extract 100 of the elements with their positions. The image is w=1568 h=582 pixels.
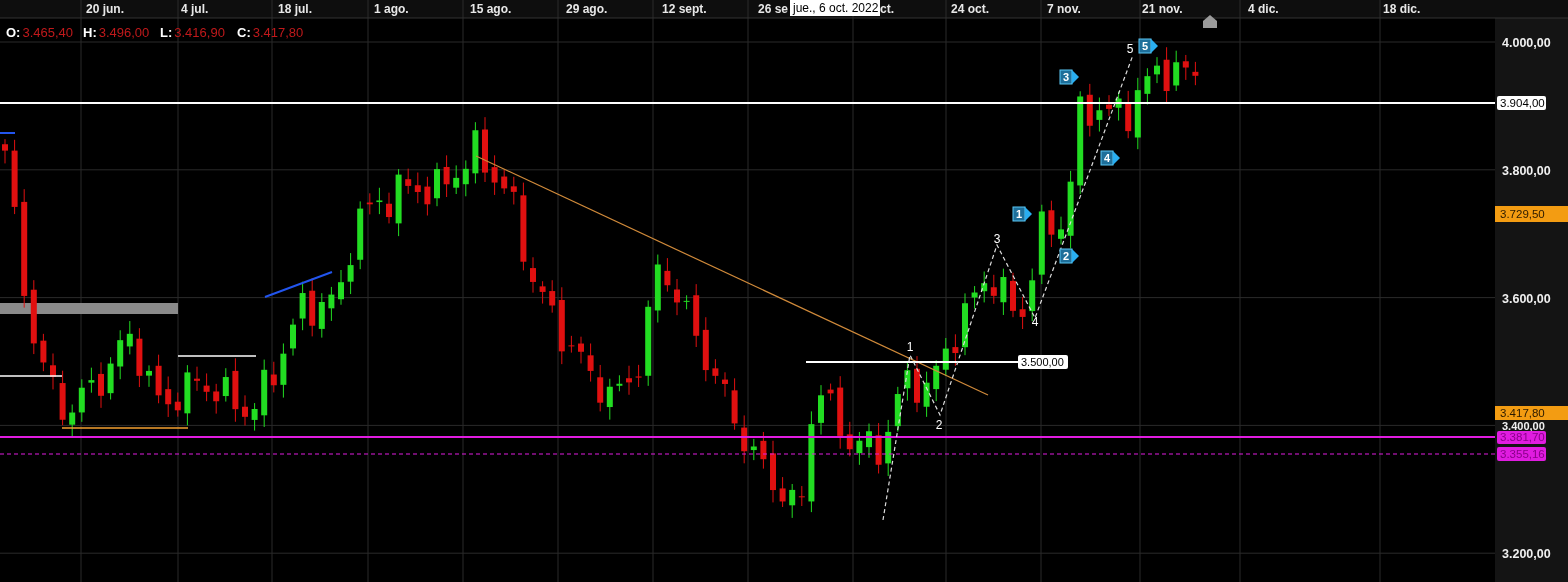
candle [203,372,210,402]
level-tag: 3.500,00 [1018,355,1068,369]
candle [712,358,719,385]
date-label: 21 nov. [1142,2,1183,16]
price-tick-label: 3.200,00 [1502,547,1551,562]
candle [904,360,911,402]
wave-label: 3 [993,232,1001,246]
candle [894,386,901,433]
candle [386,192,392,224]
candle [731,377,738,431]
date-label: 12 sept. [662,2,707,16]
price-tick-label: 3.600,00 [1502,291,1551,306]
candle [962,292,968,356]
candle [69,404,76,438]
wave-label: 1 [906,340,914,354]
candle [1106,94,1112,117]
candle [1000,268,1007,316]
candle [501,169,508,195]
candle [798,485,805,507]
candle [1163,46,1170,105]
candle [597,364,604,412]
candle [741,414,748,464]
candle [280,342,287,399]
home-marker-icon[interactable] [1203,15,1217,28]
candle [1182,54,1189,81]
candle [251,402,258,432]
candle [549,279,556,314]
candle [539,280,546,305]
date-label: 7 nov. [1047,2,1081,16]
candle [270,361,277,393]
candle [78,378,85,423]
candle [702,316,709,382]
candle [568,335,575,354]
candle [1173,50,1180,92]
date-label: 1 ago. [374,2,409,16]
candle [242,394,248,426]
candle [194,366,200,392]
wave-label: 5 [1126,42,1134,56]
price-tag: 3.729,50 [1495,206,1568,222]
candle [674,278,680,316]
candle [146,364,152,388]
candle [107,356,114,400]
date-tooltip: jue., 6 oct. 2022 [790,0,880,16]
date-label: 20 jun. [86,2,124,16]
candle [472,121,479,184]
candle [914,355,920,413]
candle [424,176,431,216]
candle [174,392,181,418]
candle [117,329,124,380]
candle [318,292,325,339]
wave-label: 2 [935,418,943,432]
candle [1058,216,1064,245]
candle [616,374,623,392]
candle [1019,296,1026,330]
candle [1192,61,1199,86]
candle [923,371,930,418]
date-label: 4 jul. [181,2,209,16]
candle [635,364,642,388]
candle [1010,272,1016,318]
candle [770,440,776,503]
price-tick-label: 3.400,00 [1502,420,1545,432]
candle [232,357,239,423]
candle [213,383,220,415]
candle [846,421,853,457]
candle [664,257,671,293]
candle [366,192,373,215]
candle [942,337,949,377]
candle [222,367,229,403]
candle [750,438,757,461]
candle [789,483,796,519]
candle [760,431,767,470]
candle [40,333,47,372]
candle [693,283,700,348]
candle [88,367,95,394]
trend-line [264,271,333,298]
candle [683,294,690,310]
candle [491,154,498,196]
price-tag: 3.417,80 [1495,406,1568,420]
date-label: 15 ago. [470,2,512,16]
candle [827,383,834,402]
candle [933,359,940,402]
short-level-line [0,132,16,134]
candle [395,168,402,237]
candle [309,277,316,337]
candle [606,378,613,421]
candle [1096,97,1103,133]
candle [587,343,594,383]
candle [347,252,354,295]
candle [1048,200,1055,248]
candle [818,384,824,436]
ohlc-value: L:3.416,90 [160,25,225,40]
date-label: 24 oct. [951,2,989,16]
candle [885,419,892,477]
candle [482,116,488,183]
candle [875,422,882,474]
date-label: 18 dic. [1383,2,1421,16]
candle [50,352,56,390]
candle [1086,83,1093,137]
ohlc-value: O:3.465,40 [6,25,74,40]
price-tag: 3.355,16 [1497,447,1546,461]
